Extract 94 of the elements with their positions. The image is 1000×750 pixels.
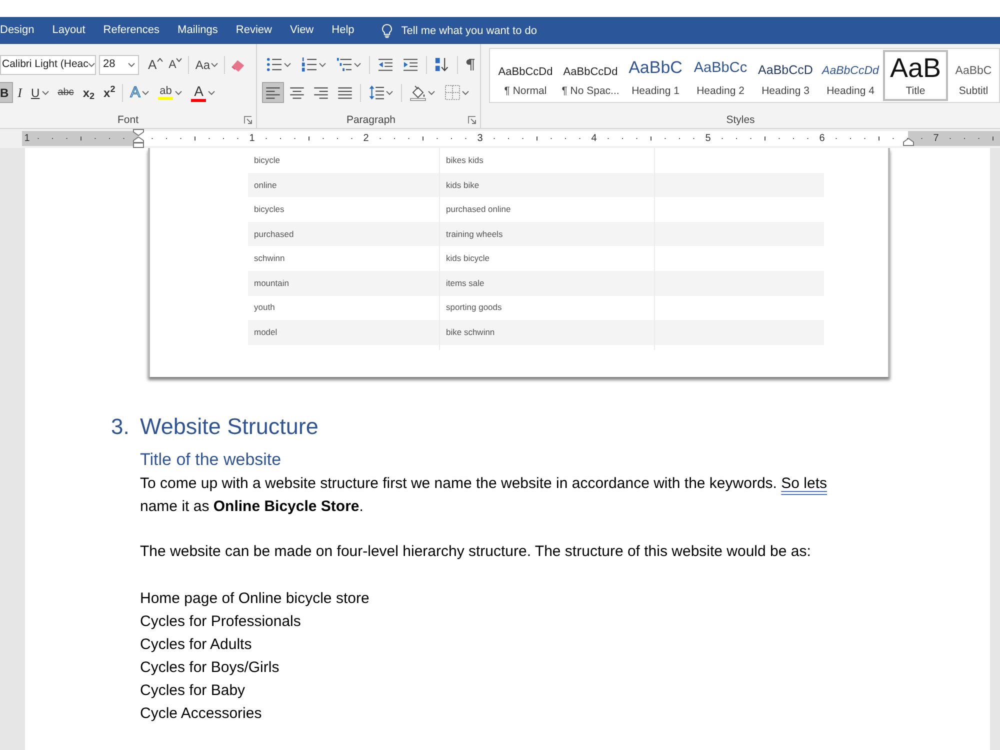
style-gallery-item[interactable]: AaBbCcDd ¶ No Spac... (558, 50, 623, 101)
caret-down-icon[interactable] (319, 62, 326, 66)
line-spacing-icon (369, 85, 384, 100)
font-name-box[interactable]: Calibri Light (Heac (0, 54, 96, 74)
body-text-line: Cycles for Professionals (140, 612, 301, 632)
pilcrow-icon (466, 58, 475, 71)
caret-up-icon (156, 58, 163, 62)
body-text-line: Cycle Accessories (140, 704, 262, 724)
ruler-number: 7 (932, 132, 940, 146)
table-cell: items sale (440, 270, 655, 296)
table-cell: kids bike (440, 172, 655, 198)
left-indent-marker-icon[interactable] (133, 129, 144, 148)
style-gallery-item[interactable]: AaBbCcD Heading 3 (753, 50, 818, 101)
change-case-button[interactable]: Aa (193, 54, 220, 75)
caret-down-icon[interactable] (211, 62, 218, 66)
align-center-icon (290, 86, 304, 98)
bold-button[interactable]: B (0, 82, 13, 103)
increase-indent-icon (403, 58, 418, 72)
ruler-number: 1 (248, 132, 256, 146)
caret-down-icon[interactable] (462, 90, 469, 94)
tell-me-field[interactable]: Tell me what you want to do (401, 22, 566, 40)
ruler-number: 3 (476, 132, 484, 146)
justify-icon (338, 86, 352, 98)
table-cell: model (248, 320, 440, 345)
body-text-line: Cycles for Baby (140, 681, 246, 701)
style-gallery-item[interactable]: AaBbCc Heading 2 (688, 50, 753, 101)
ribbon-group-label: Paragraph (346, 113, 396, 127)
caret-down-icon[interactable] (88, 62, 96, 66)
ribbon-tab[interactable]: Review (226, 17, 281, 44)
ribbon-tab[interactable]: References (94, 17, 169, 44)
caret-down-icon[interactable] (42, 90, 49, 94)
paint-bucket-icon (410, 84, 426, 100)
grow-font-button[interactable]: A (146, 54, 165, 75)
subscript-button[interactable]: x$_{2}$ (78, 82, 99, 103)
style-gallery-item[interactable]: AaBbCcDd Heading 4 (818, 50, 883, 101)
table-cell: mountain (248, 270, 440, 296)
superscript-button[interactable]: x$^{2}$ (100, 82, 120, 103)
ruler-number: 1 (23, 132, 31, 146)
align-left-icon (266, 86, 280, 98)
ribbon-tab[interactable]: Help (322, 17, 364, 44)
numbered-list-icon (301, 57, 317, 72)
align-right-icon (314, 86, 328, 98)
sort-icon (435, 57, 449, 72)
caret-down-icon (176, 58, 182, 62)
bullet-list-icon (266, 57, 282, 72)
ruler-number: 5 (704, 132, 712, 146)
ribbon-group-label: Font (117, 113, 138, 127)
body-paragraph: The website can be made on four-level hierarchy structure. The structure of this website would be as: (140, 542, 812, 562)
caret-down-icon[interactable] (128, 62, 135, 66)
dialog-launcher-icon[interactable] (468, 116, 476, 124)
ribbon-group-label: Styles (726, 113, 755, 127)
multilevel-list-icon (336, 57, 352, 72)
caret-down-icon[interactable] (386, 90, 393, 94)
caret-down-icon[interactable] (142, 90, 150, 94)
body-text-line: Cycles for Adults (140, 635, 252, 655)
style-gallery-item[interactable]: AaBbCcDd ¶ Normal (493, 50, 558, 101)
highlight-button[interactable]: ab (154, 82, 186, 103)
font-color-button[interactable]: A (187, 82, 220, 103)
caret-down-icon[interactable] (175, 90, 182, 94)
ruler-number: 2 (362, 132, 370, 146)
font-size-box[interactable]: 28 (99, 54, 139, 74)
heading-text: Website Structure (140, 413, 318, 441)
strikethrough-button[interactable]: abc (54, 82, 78, 103)
decrease-indent-icon (378, 58, 393, 72)
table-cell: training wheels (440, 222, 655, 246)
caret-down-icon[interactable] (428, 90, 435, 94)
caret-down-icon[interactable] (208, 90, 216, 94)
ruler-number: 4 (590, 132, 598, 146)
borders-icon (445, 85, 460, 100)
ribbon-tab[interactable]: Layout (43, 17, 94, 44)
eraser-icon (231, 58, 246, 72)
ribbon-tab[interactable]: Design (0, 17, 44, 44)
table-cell: online (248, 172, 440, 198)
heading-number: 3. (111, 413, 130, 441)
lightbulb-icon[interactable] (382, 24, 392, 38)
ribbon-tab[interactable]: Mailings (168, 17, 227, 44)
table-cell: bike schwinn (440, 320, 655, 345)
subheading: Title of the website (140, 449, 282, 471)
dialog-launcher-icon[interactable] (244, 116, 252, 124)
caret-down-icon[interactable] (354, 62, 361, 66)
align-left-button[interactable] (262, 82, 284, 103)
style-gallery-item[interactable]: AaB Title (883, 50, 948, 101)
caret-down-icon[interactable] (284, 62, 291, 66)
body-text-line: Cycles for Boys/Girls (140, 658, 280, 678)
style-gallery-item[interactable]: AaBbC Subtitl (948, 50, 999, 101)
ribbon-tab[interactable]: View (280, 17, 323, 44)
italic-button[interactable]: I (14, 82, 26, 103)
body-text-line: Home page of Online bicycle store (140, 589, 370, 609)
body-paragraph: To come up with a website structure first we name the website in accordance with the keywords. So lets name it as Online Bicycle Store. (140, 474, 828, 517)
ruler-number: 6 (818, 132, 826, 146)
style-gallery-item[interactable]: AaBbC Heading 1 (623, 50, 688, 101)
shrink-font-button[interactable]: A (166, 54, 184, 75)
underline-button[interactable]: U (27, 82, 53, 103)
table-cell: purchased (248, 222, 440, 246)
